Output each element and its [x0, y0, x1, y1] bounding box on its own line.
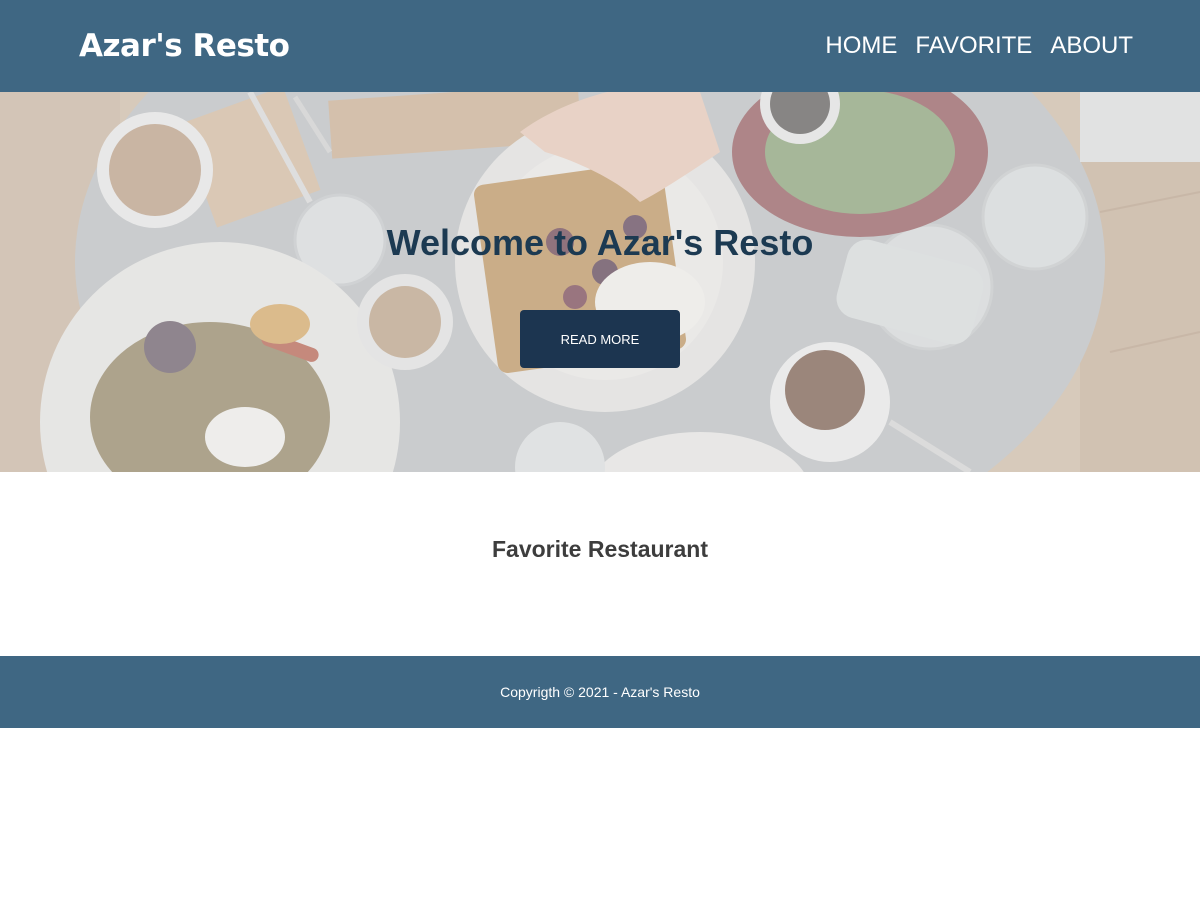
nav-link-home[interactable]: HOME	[825, 31, 897, 61]
hero-section: Welcome to Azar's Resto READ MORE	[0, 92, 1200, 472]
hero-title: Welcome to Azar's Resto	[386, 222, 814, 263]
nav-link-favorite[interactable]: FAVORITE	[915, 31, 1032, 61]
copyright-text: Copyrigth © 2021 - Azar's Resto	[500, 684, 700, 700]
read-more-button[interactable]: READ MORE	[520, 310, 680, 368]
hero-overlay	[0, 92, 1200, 472]
section-title: Favorite Restaurant	[491, 536, 708, 562]
main-nav: HOME FAVORITE ABOUT	[825, 31, 1133, 61]
site-header: Azar's Resto HOME FAVORITE ABOUT	[0, 0, 1200, 92]
site-footer: Copyrigth © 2021 - Azar's Resto	[0, 656, 1200, 728]
nav-link-about[interactable]: ABOUT	[1050, 31, 1133, 61]
brand-logo[interactable]: Azar's Resto	[79, 27, 290, 65]
